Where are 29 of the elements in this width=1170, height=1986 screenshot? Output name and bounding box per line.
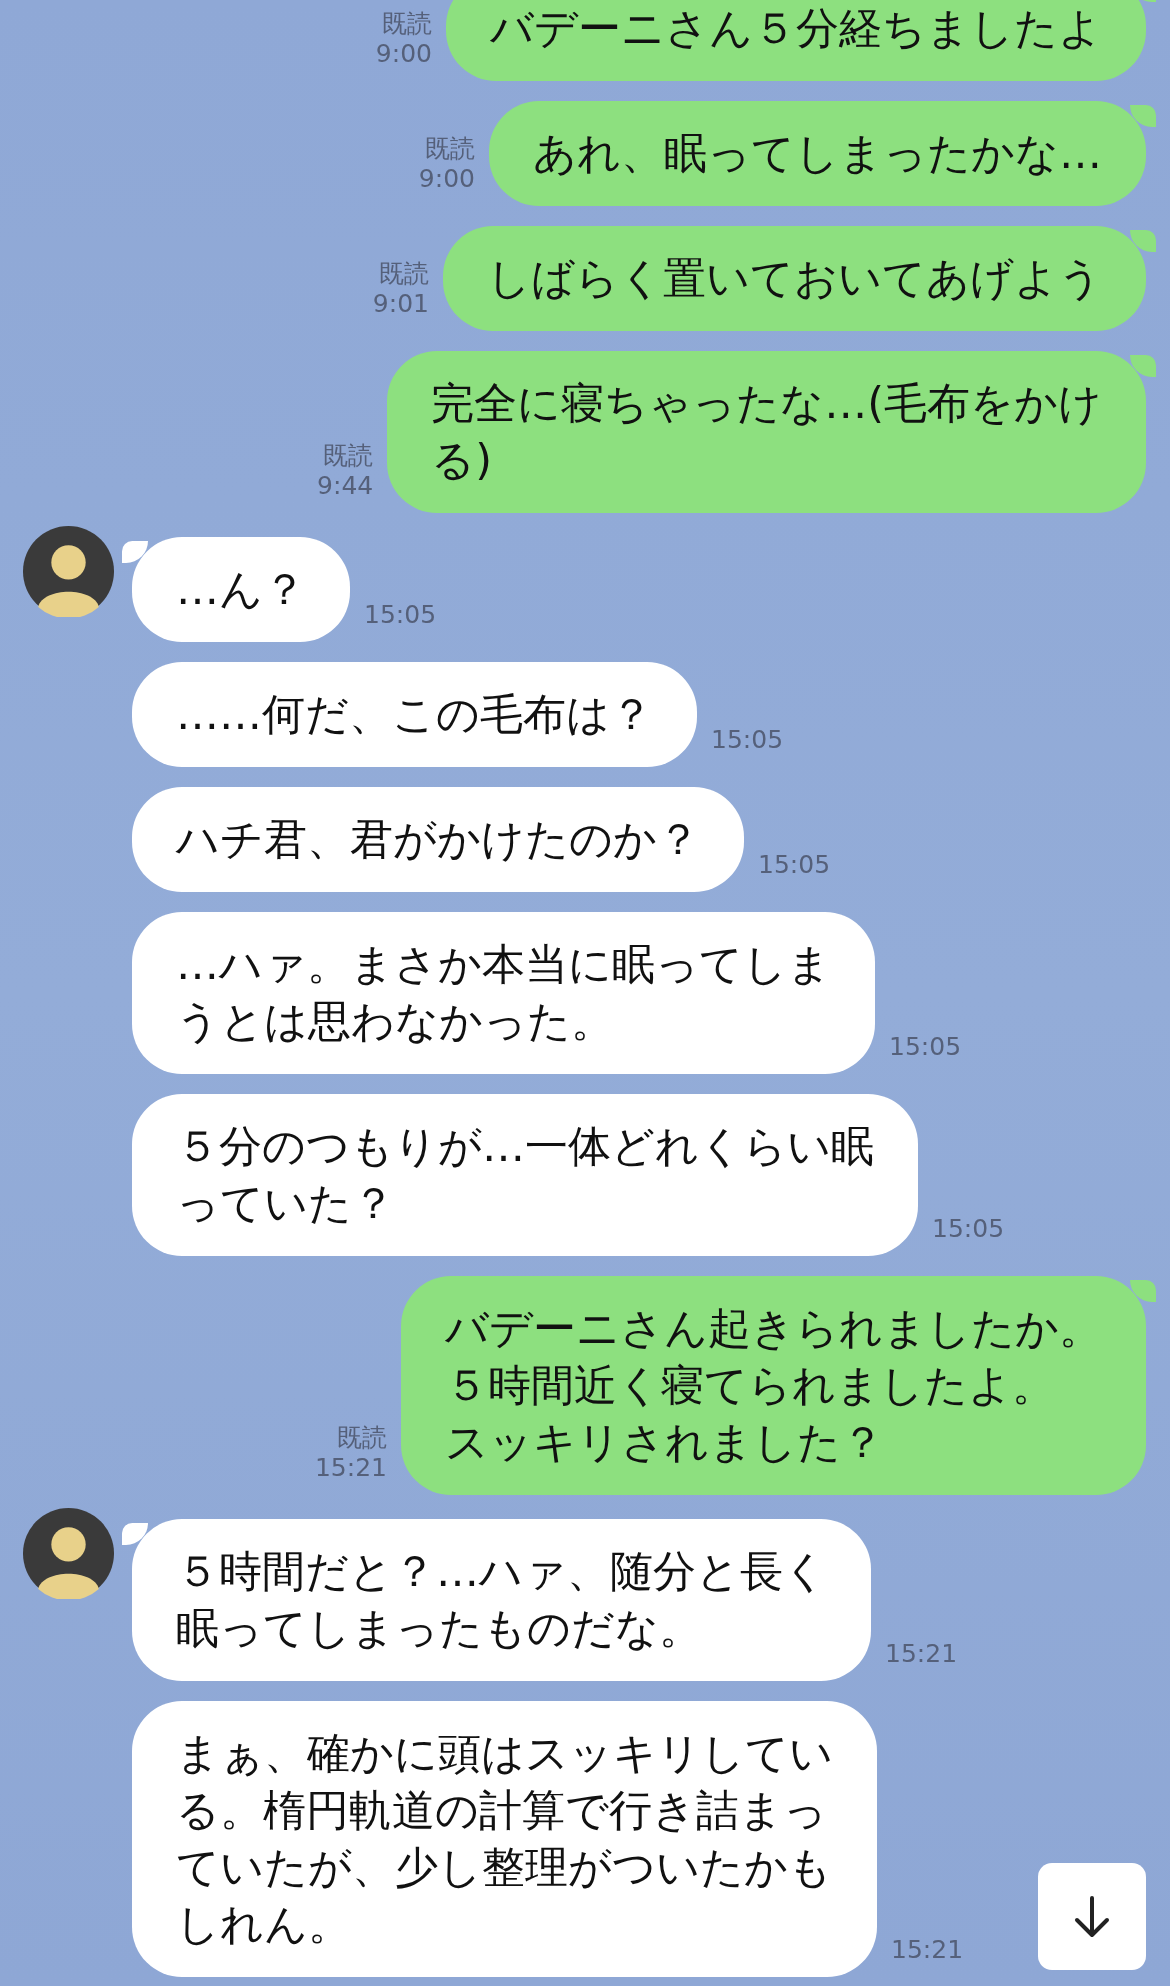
message-time: 15:05 xyxy=(364,600,437,630)
bubble-tail xyxy=(1130,1280,1156,1302)
message-bubble: まぁ、確かに頭はスッキリしてい る。楕円軌道の計算で行き詰まっ ていたが、少し整理がついたかも しれん。 xyxy=(132,1701,877,1977)
message-time: 9:00 xyxy=(375,39,432,69)
read-receipt: 既読 xyxy=(425,134,475,164)
message-time: 15:05 xyxy=(932,1214,1005,1244)
message-bubble: ５分のつもりが…一体どれくらい眠 っていた？ xyxy=(132,1094,918,1256)
message-time: 9:01 xyxy=(372,289,429,319)
bubble-tail xyxy=(1130,355,1156,377)
message-bubble: ……何だ、この毛布は？ xyxy=(132,662,697,767)
avatar[interactable] xyxy=(23,1508,114,1599)
read-receipt: 既読 xyxy=(379,259,429,289)
message-time: 9:00 xyxy=(418,164,475,194)
message-time: 15:21 xyxy=(891,1935,964,1965)
bubble-tail xyxy=(1130,105,1156,127)
scroll-down-button[interactable] xyxy=(1038,1863,1146,1970)
message-time: 15:05 xyxy=(758,850,831,880)
read-receipt: 既読 xyxy=(323,441,374,471)
read-receipt: 既読 xyxy=(382,9,432,39)
message-time: 15:21 xyxy=(314,1453,387,1483)
message-time: 9:44 xyxy=(317,471,374,501)
avatar[interactable] xyxy=(23,526,114,617)
bubble-tail xyxy=(1130,230,1156,252)
message-bubble: ハチ君、君がかけたのか？ xyxy=(132,787,744,892)
message-bubble: …ハァ。まさか本当に眠ってしま うとは思わなかった。 xyxy=(132,912,875,1074)
message-time: 15:21 xyxy=(885,1639,958,1669)
message-time: 15:05 xyxy=(889,1032,962,1062)
message-time: 15:05 xyxy=(711,725,784,755)
read-receipt: 既読 xyxy=(337,1423,387,1453)
